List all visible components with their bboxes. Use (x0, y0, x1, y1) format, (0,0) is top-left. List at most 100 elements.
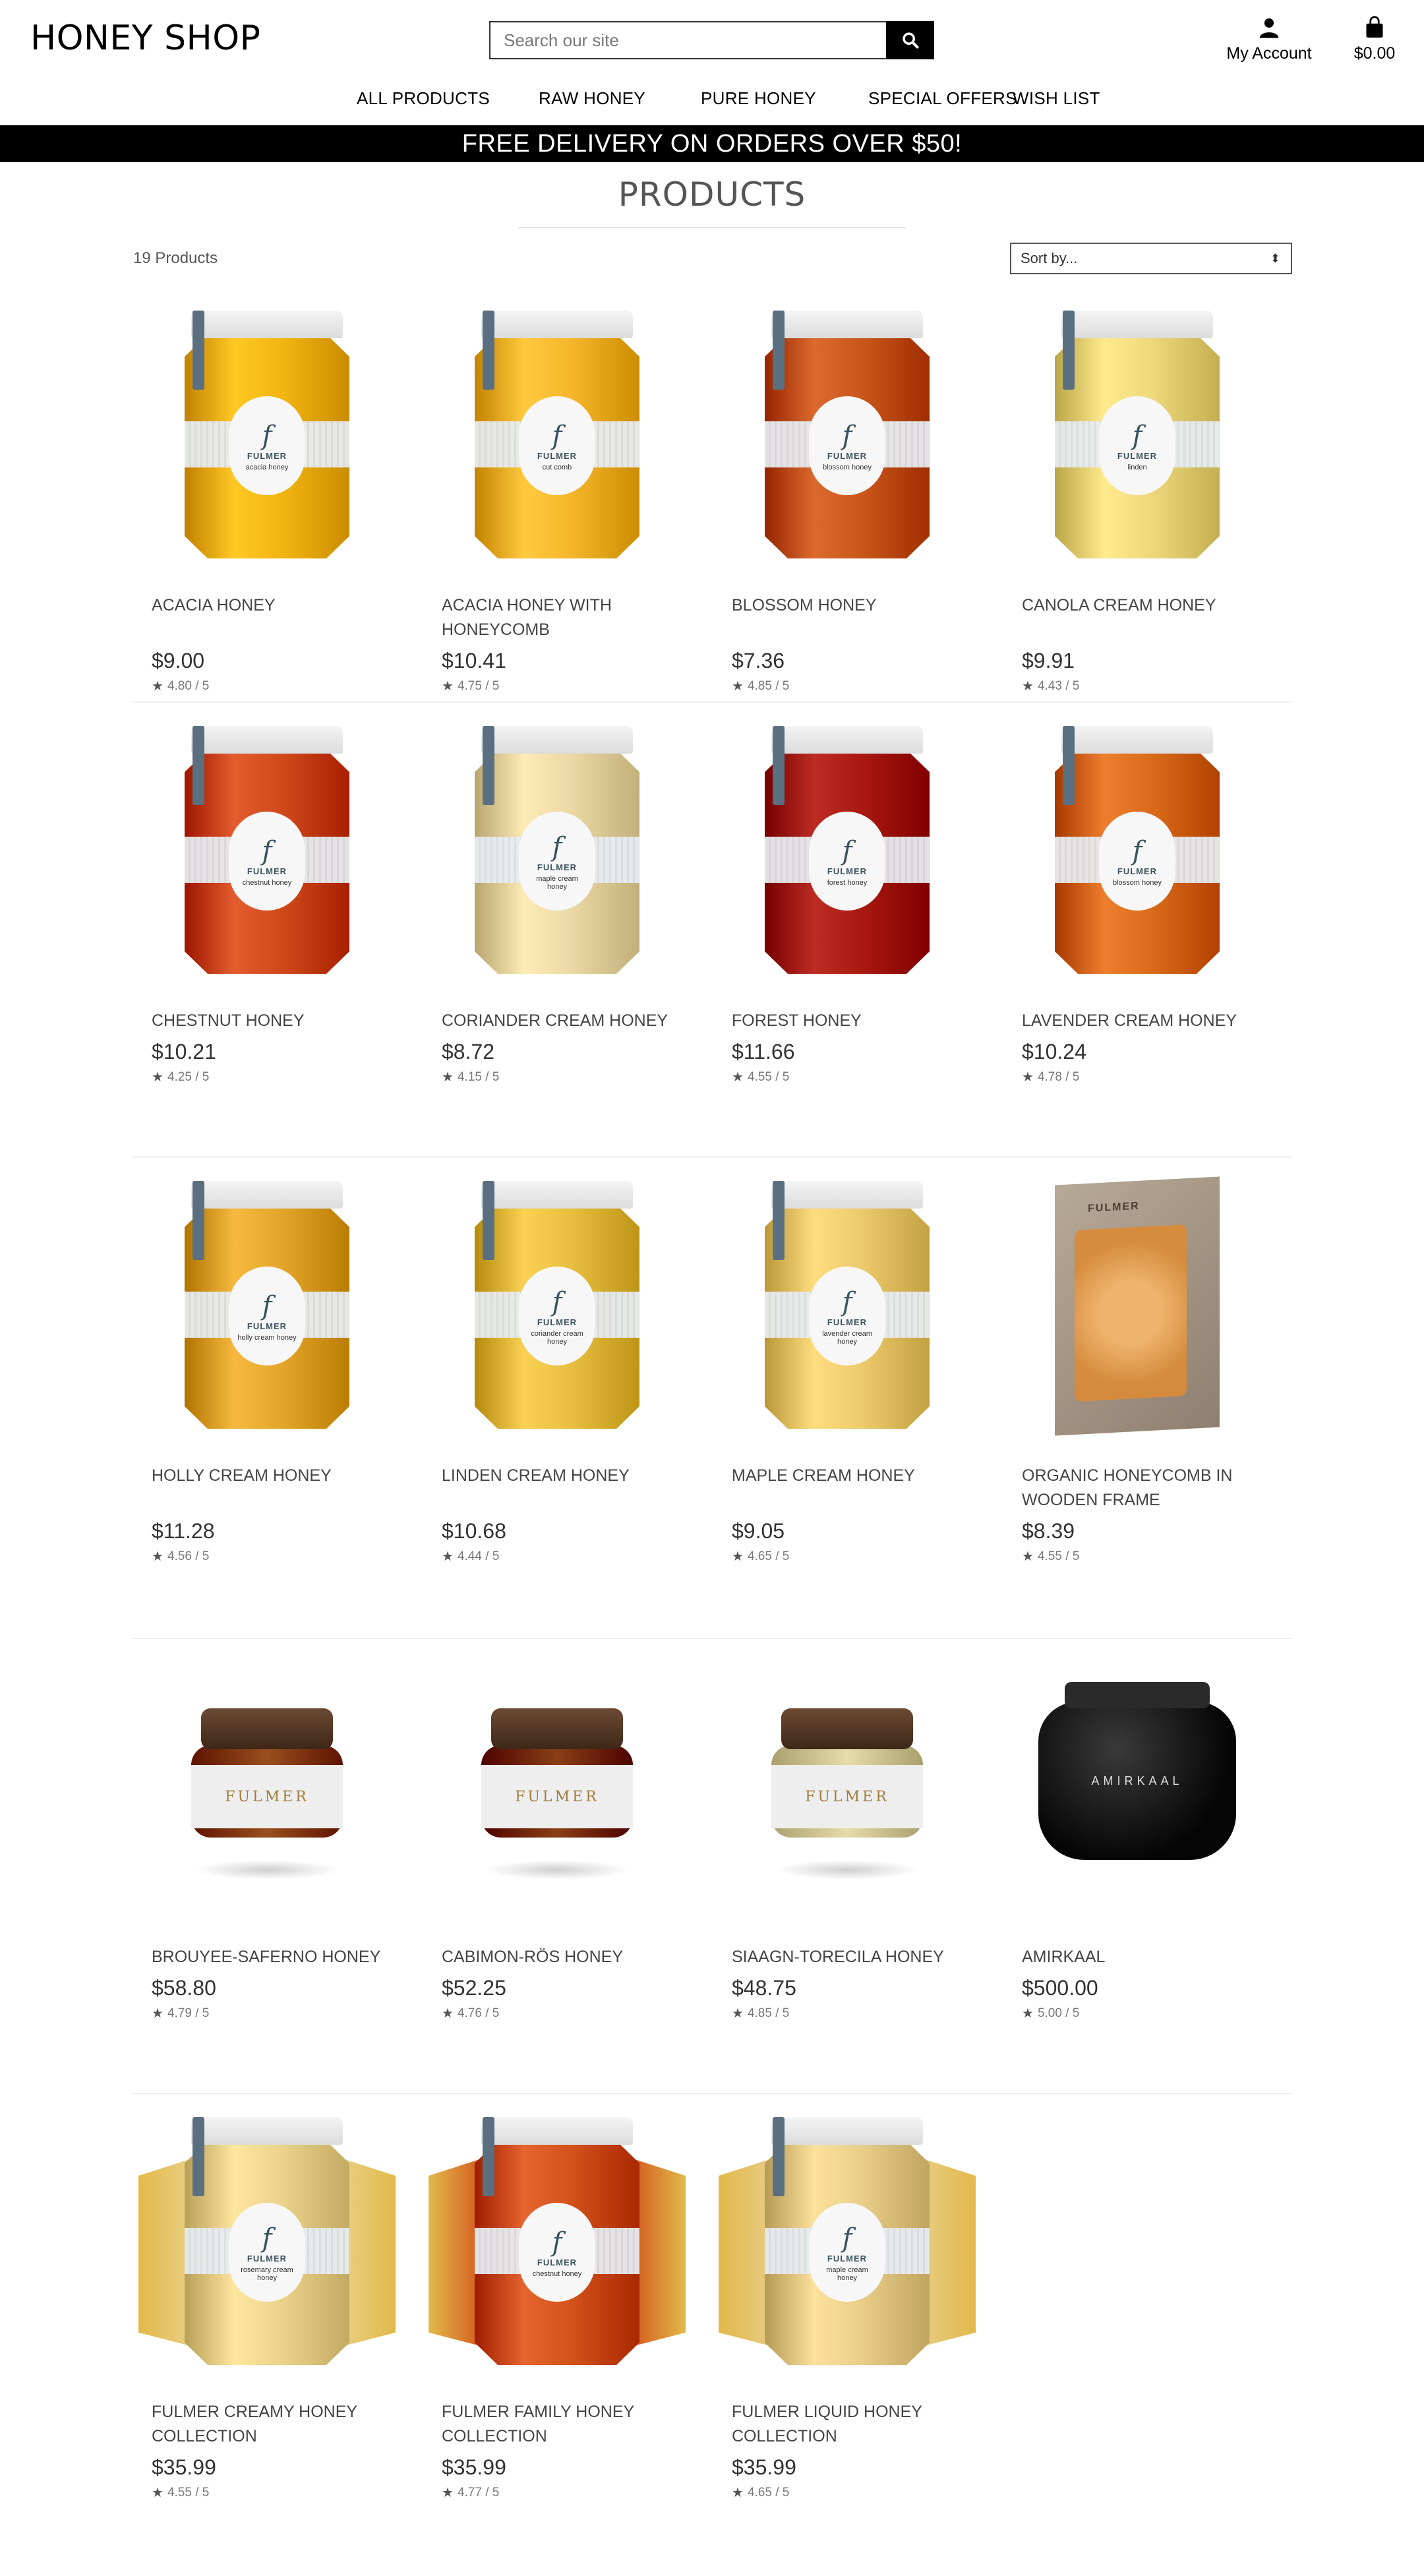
product-image[interactable]: f FULMER holly cream honey (138, 1178, 396, 1435)
product-card[interactable]: f FULMER blossom honey BLOSSOM HONEY $7.36 ★ 4… (712, 287, 1002, 702)
product-image[interactable]: f FULMER chestnut honey (429, 2114, 686, 2371)
star-icon: ★ (732, 1549, 744, 1564)
product-grid: f FULMER acacia honey ACACIA HONEY $9.00 ★ 4.8… (132, 287, 1292, 2549)
jar-brand-label: FULMER (537, 862, 578, 872)
product-price: $9.91 (1022, 649, 1075, 673)
product-card[interactable]: f FULMER forest honey FOREST HONEY $11.66 ★ 4.… (712, 703, 1002, 1156)
product-name[interactable]: SIAAGN-TORECILA HONEY (732, 1945, 969, 1969)
product-image[interactable]: f FULMER maple cream honey (719, 2114, 976, 2371)
product-card[interactable]: f FULMER chestnut honey FULMER FAMILY HONEY… (422, 2094, 712, 2549)
product-name[interactable]: CHESTNUT HONEY (152, 1009, 389, 1033)
nav-special-offers[interactable]: SPECIAL OFFERS (868, 88, 1017, 109)
product-image[interactable]: f FULMER acacia honey (138, 307, 396, 564)
honey-jar-image: f FULMER forest honey (765, 726, 930, 976)
product-image[interactable]: f FULMER coriander cream honey (429, 1178, 686, 1435)
sort-select-label: Sort by... (1021, 250, 1078, 266)
product-card[interactable]: f FULMER acacia honey ACACIA HONEY $9.00 ★ 4.8… (132, 287, 422, 702)
product-name[interactable]: ACACIA HONEY WITH HONEYCOMB (442, 593, 679, 642)
product-name[interactable]: AMIRKAAL (1022, 1945, 1259, 1969)
site-header: HONEY SHOP My Account $0.00 ALL PRODUCTS… (0, 0, 1424, 125)
product-name[interactable]: ORGANIC HONEYCOMB IN WOODEN FRAME (1022, 1464, 1259, 1513)
nav-all-products[interactable]: ALL PRODUCTS (357, 88, 490, 109)
product-card[interactable]: FULMER ORGANIC HONEYCOMB IN WOODEN FRAME $… (1002, 1158, 1292, 1638)
product-rating-value: 4.75 / 5 (457, 678, 500, 693)
product-card[interactable]: f FULMER linden CANOLA CREAM HONEY $9.91 ★ 4.4… (1002, 287, 1292, 702)
product-rating: ★ 4.65 / 5 (732, 2484, 1002, 2501)
product-card[interactable]: f FULMER blossom honey LAVENDER CREAM HONEY… (1002, 703, 1292, 1156)
product-rating-value: 4.76 / 5 (457, 2006, 500, 2020)
site-logo[interactable]: HONEY SHOP (30, 18, 260, 58)
jar-brand-label: FULMER (537, 450, 578, 461)
product-price: $35.99 (732, 2455, 796, 2479)
product-card[interactable]: f FULMER lavender cream honey MAPLE CREAM H… (712, 1158, 1002, 1638)
search-input[interactable] (489, 21, 886, 59)
product-card[interactable]: AMIRKAAL AMIRKAAL $500.00 ★ 5.00 / 5 (1002, 1639, 1292, 2093)
product-price: $11.28 (152, 1519, 215, 1543)
product-name[interactable]: FULMER CREAMY HONEY COLLECTION (152, 2400, 389, 2449)
product-card[interactable]: f FULMER rosemary cream honey FULMER CREAMY… (132, 2094, 422, 2549)
star-icon: ★ (442, 1070, 454, 1085)
honey-jar-image: f FULMER blossom honey (765, 311, 930, 561)
product-card[interactable]: FULMER BROUYEE-SAFERNO HONEY $58.80 ★ 4.79 /… (132, 1639, 422, 2093)
product-card[interactable]: f FULMER coriander cream honey LINDEN CREAM… (422, 1158, 712, 1638)
product-price: $58.80 (152, 1976, 216, 2000)
product-name[interactable]: FULMER LIQUID HONEY COLLECTION (732, 2400, 969, 2449)
jar-brand-label: FULMER (827, 450, 868, 461)
product-image[interactable]: f FULMER blossom honey (719, 307, 976, 564)
product-image[interactable]: f FULMER linden (1009, 307, 1266, 564)
jar-flavor-label: chestnut honey (532, 2269, 582, 2278)
product-card[interactable]: f FULMER maple cream honey CORIANDER CREAM … (422, 703, 712, 1156)
search-button[interactable] (886, 21, 934, 59)
product-card[interactable]: f FULMER maple cream honey FULMER LIQUID HO… (712, 2094, 1002, 2549)
search-form (489, 21, 934, 59)
product-name[interactable]: HOLLY CREAM HONEY (152, 1464, 389, 1513)
product-image[interactable]: f FULMER cut comb (429, 307, 686, 564)
star-icon: ★ (732, 679, 744, 694)
product-price: $9.05 (732, 1519, 785, 1543)
product-name[interactable]: CANOLA CREAM HONEY (1022, 593, 1259, 642)
product-image[interactable]: FULMER (1009, 1176, 1266, 1436)
product-image[interactable]: AMIRKAAL (1009, 1659, 1266, 1916)
product-image[interactable]: f FULMER rosemary cream honey (138, 2114, 396, 2371)
product-card[interactable]: f FULMER cut comb ACACIA HONEY WITH HONEYCO… (422, 287, 712, 702)
product-rating: ★ 4.85 / 5 (732, 678, 1002, 694)
product-image[interactable]: f FULMER forest honey (719, 723, 976, 980)
product-price: $35.99 (442, 2455, 506, 2479)
product-card[interactable]: FULMER CABIMON-RÖS HONEY $52.25 ★ 4.76 / 5 (422, 1639, 712, 2093)
nav-wish-list[interactable]: WISH LIST (1013, 88, 1100, 109)
product-name[interactable]: CABIMON-RÖS HONEY (442, 1945, 679, 1969)
product-image[interactable]: FULMER (719, 1659, 976, 1916)
nav-pure-honey[interactable]: PURE HONEY (701, 88, 816, 109)
product-image[interactable]: f FULMER maple cream honey (429, 723, 686, 980)
product-name[interactable]: CORIANDER CREAM HONEY (442, 1009, 679, 1033)
cart-link[interactable]: $0.00 (1345, 16, 1404, 63)
product-name[interactable]: BLOSSOM HONEY (732, 593, 969, 642)
product-name[interactable]: FULMER FAMILY HONEY COLLECTION (442, 2400, 679, 2449)
product-name[interactable]: BROUYEE-SAFERNO HONEY (152, 1945, 389, 1969)
product-rating: ★ 4.15 / 5 (442, 1069, 712, 1085)
product-card[interactable]: f FULMER chestnut honey CHESTNUT HONEY $10.2… (132, 703, 422, 1156)
product-image[interactable]: FULMER (138, 1659, 396, 1916)
nav-raw-honey[interactable]: RAW HONEY (539, 88, 645, 109)
honey-jar-image: f FULMER coriander cream honey (475, 1181, 639, 1431)
product-image[interactable]: FULMER (429, 1659, 686, 1916)
sort-select[interactable]: Sort by... ⬍ (1010, 243, 1292, 274)
star-icon: ★ (152, 2006, 163, 2021)
product-name[interactable]: LINDEN CREAM HONEY (442, 1464, 679, 1513)
product-rating: ★ 4.43 / 5 (1022, 678, 1292, 694)
jar-brand-label: FULMER (537, 2257, 578, 2267)
product-image[interactable]: f FULMER chestnut honey (138, 723, 396, 980)
product-card[interactable]: FULMER SIAAGN-TORECILA HONEY $48.75 ★ 4.85 /… (712, 1639, 1002, 2093)
product-rating: ★ 4.75 / 5 (442, 678, 712, 694)
product-name[interactable]: LAVENDER CREAM HONEY (1022, 1009, 1259, 1033)
product-name[interactable]: MAPLE CREAM HONEY (732, 1464, 969, 1513)
product-card[interactable]: f FULMER holly cream honey HOLLY CREAM HONE… (132, 1158, 422, 1638)
product-row: f FULMER holly cream honey HOLLY CREAM HONE… (132, 1158, 1292, 1639)
jar-brand-label: FULMER (537, 1317, 578, 1327)
product-image[interactable]: f FULMER lavender cream honey (719, 1178, 976, 1435)
product-name[interactable]: ACACIA HONEY (152, 593, 389, 642)
product-name[interactable]: FOREST HONEY (732, 1009, 969, 1033)
product-image[interactable]: f FULMER blossom honey (1009, 723, 1266, 980)
honey-collection-image: f FULMER chestnut honey (429, 2117, 686, 2368)
my-account-link[interactable]: My Account (1223, 16, 1315, 63)
